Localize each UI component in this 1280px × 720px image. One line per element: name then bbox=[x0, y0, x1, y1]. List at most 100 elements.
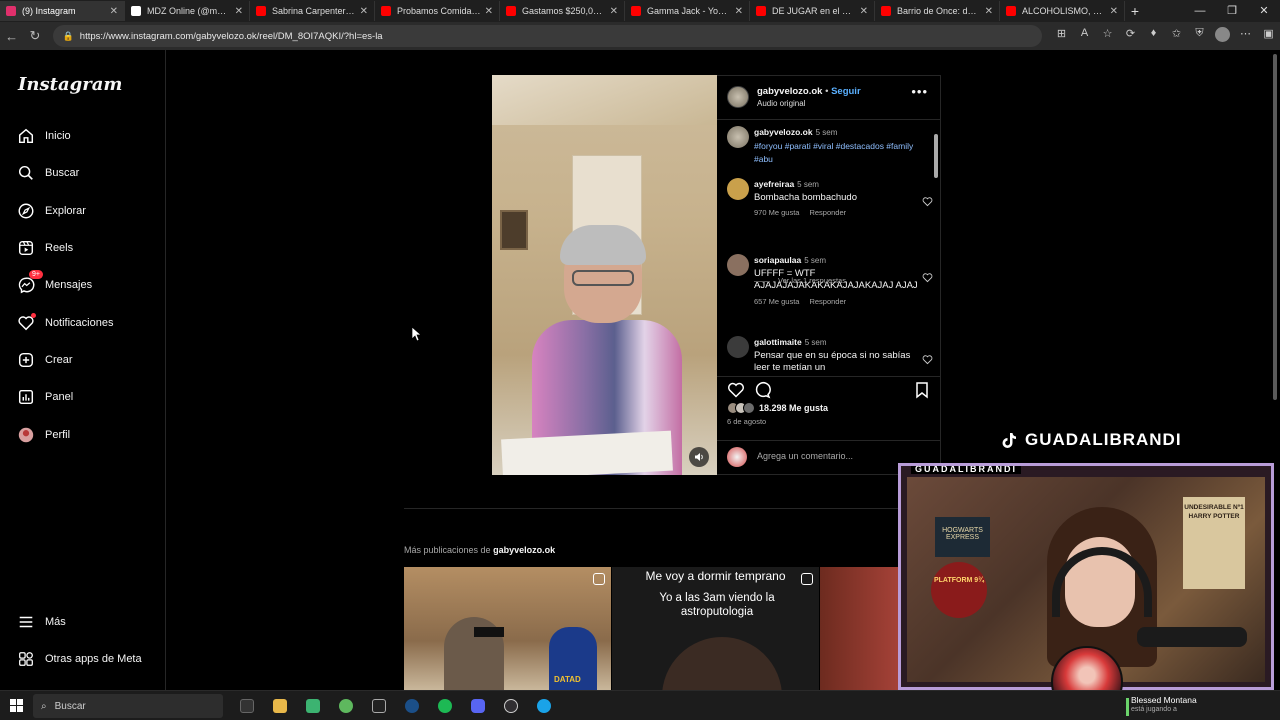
caption-username[interactable]: gabyvelozo.ok bbox=[754, 127, 813, 137]
caption-hashtags[interactable]: #foryou #parati #viral #destacados #fami… bbox=[754, 141, 913, 165]
sidebar-item-explorar[interactable]: Explorar bbox=[16, 197, 86, 225]
comment-icon[interactable] bbox=[753, 381, 771, 399]
browser-tab[interactable]: Barrio de Once: de shop ✕ bbox=[875, 1, 1000, 21]
tab-close-icon[interactable]: ✕ bbox=[860, 6, 868, 17]
comment-item: galottimaite 5 sem Pensar que en su época… bbox=[727, 336, 933, 370]
maximize-button[interactable]: ❐ bbox=[1216, 0, 1248, 22]
instagram-logo[interactable]: Instagram bbox=[18, 74, 122, 95]
favorite-star-icon[interactable]: ☆ bbox=[1096, 27, 1119, 45]
windows-start-button[interactable] bbox=[10, 699, 23, 712]
now-playing[interactable]: Blessed Montana está jugando a bbox=[1131, 695, 1197, 713]
obs-icon[interactable] bbox=[494, 695, 527, 717]
xbox-icon[interactable] bbox=[329, 695, 362, 717]
sidebar-item-mensajes[interactable]: 9+ Mensajes bbox=[16, 270, 92, 299]
more-posts-username[interactable]: gabyvelozo.ok bbox=[493, 545, 555, 555]
more-options-icon[interactable]: ••• bbox=[911, 84, 928, 99]
comment-like-icon[interactable] bbox=[922, 196, 933, 207]
reply-button[interactable]: Responder bbox=[809, 208, 846, 217]
refresh-button[interactable]: ↻ bbox=[23, 28, 46, 44]
browser-tab[interactable]: ALCOHOLISMO, CAOS Y ✕ bbox=[1000, 1, 1125, 21]
comment-username[interactable]: ayefreiraa bbox=[754, 179, 794, 189]
epic-games-icon[interactable] bbox=[362, 695, 395, 717]
more-post-thumb[interactable]: Me voy a dormir temprano Yo a las 3am vi… bbox=[612, 567, 819, 690]
tab-close-icon[interactable]: ✕ bbox=[1110, 6, 1118, 17]
url-field[interactable]: 🔒 https://www.instagram.com/gabyvelozo.o… bbox=[52, 25, 1043, 47]
minimize-button[interactable]: — bbox=[1184, 0, 1216, 22]
file-explorer-icon[interactable] bbox=[263, 695, 296, 717]
tab-close-icon[interactable]: ✕ bbox=[110, 6, 118, 17]
page-scrollbar[interactable] bbox=[1273, 54, 1277, 400]
favorites-icon[interactable]: ✩ bbox=[1165, 27, 1188, 45]
comment-username[interactable]: galottimaite bbox=[754, 337, 802, 347]
comment-time: 5 sem bbox=[797, 180, 819, 189]
view-replies-button[interactable]: Ver las 1 respuestas bbox=[754, 276, 846, 285]
sidebar-item-reels[interactable]: Reels bbox=[16, 234, 73, 262]
browser-tab[interactable]: MDZ Online (@mdzol) / X ✕ bbox=[125, 1, 250, 21]
task-view-icon[interactable] bbox=[230, 695, 263, 717]
dashboard-icon bbox=[16, 387, 36, 407]
sidebar-item-notificaciones[interactable]: Notificaciones bbox=[16, 309, 113, 337]
profile-avatar[interactable] bbox=[1211, 27, 1234, 45]
refresh-extension-icon[interactable]: ⟳ bbox=[1119, 27, 1142, 45]
mute-button[interactable] bbox=[689, 447, 709, 467]
steam-icon[interactable] bbox=[395, 695, 428, 717]
comment-avatar[interactable] bbox=[727, 254, 749, 276]
more-menu-icon[interactable]: ⋯ bbox=[1234, 27, 1257, 45]
caption-avatar[interactable] bbox=[727, 126, 749, 148]
edge-icon[interactable] bbox=[527, 695, 560, 717]
sidebar-item-buscar[interactable]: Buscar bbox=[16, 159, 79, 187]
close-window-button[interactable]: ✕ bbox=[1248, 0, 1280, 22]
taskbar-search[interactable]: ⌕ Buscar bbox=[33, 694, 223, 718]
comment-likes[interactable]: 970 Me gusta bbox=[754, 208, 799, 217]
browser-tab[interactable]: (9) Instagram ✕ bbox=[0, 1, 125, 21]
save-bookmark-icon[interactable] bbox=[913, 381, 931, 399]
tab-close-icon[interactable]: ✕ bbox=[985, 6, 993, 17]
comment-avatar[interactable] bbox=[727, 178, 749, 200]
comment-likes[interactable]: 657 Me gusta bbox=[754, 297, 799, 306]
sidebar-toggle-icon[interactable]: ▣ bbox=[1257, 27, 1280, 45]
comments-scroll-thumb[interactable] bbox=[934, 134, 938, 178]
likes-count[interactable]: 18.298 Me gusta bbox=[759, 403, 828, 413]
tab-close-icon[interactable]: ✕ bbox=[735, 6, 743, 17]
read-aloud-icon[interactable]: A bbox=[1073, 27, 1096, 45]
comment-like-icon[interactable] bbox=[922, 272, 933, 283]
more-post-thumb[interactable] bbox=[820, 567, 900, 690]
back-button[interactable]: ← bbox=[0, 29, 23, 44]
add-comment-input[interactable]: Agrega un comentario... bbox=[757, 451, 853, 461]
sidebar-bottom-item[interactable]: Otras apps de Meta bbox=[16, 645, 142, 673]
browser-tab[interactable]: Probamos Comida en M ✕ bbox=[375, 1, 500, 21]
follow-button[interactable]: Seguir bbox=[831, 86, 861, 97]
tab-close-icon[interactable]: ✕ bbox=[360, 6, 368, 17]
spotify-icon[interactable] bbox=[428, 695, 461, 717]
audio-label[interactable]: Audio original bbox=[757, 99, 805, 108]
sidebar-item-perfil[interactable]: Perfil bbox=[16, 421, 70, 449]
author-avatar[interactable] bbox=[727, 86, 749, 108]
browser-tab[interactable]: DE JUGAR en el MADRI ✕ bbox=[750, 1, 875, 21]
discord-icon[interactable] bbox=[461, 695, 494, 717]
author-username[interactable]: gabyvelozo.ok bbox=[757, 86, 822, 97]
reels-icon bbox=[16, 238, 36, 258]
sidebar-item-panel[interactable]: Panel bbox=[16, 383, 73, 411]
shield-icon[interactable]: ⛨ bbox=[1188, 27, 1211, 45]
more-post-thumb[interactable]: DATAD bbox=[404, 567, 611, 690]
like-heart-icon[interactable] bbox=[727, 381, 745, 399]
comment-avatar[interactable] bbox=[727, 336, 749, 358]
sidebar-bottom-item[interactable]: Más bbox=[16, 608, 66, 636]
tab-close-icon[interactable]: ✕ bbox=[485, 6, 493, 17]
reel-video[interactable] bbox=[492, 75, 717, 475]
comment-username[interactable]: soriapaulaa bbox=[754, 255, 801, 265]
extension-icon[interactable]: ♦ bbox=[1142, 27, 1165, 45]
browser-tab[interactable]: Gamma Jack - YouTube ✕ bbox=[625, 1, 750, 21]
app-icon[interactable] bbox=[296, 695, 329, 717]
sidebar-item-crear[interactable]: Crear bbox=[16, 346, 73, 374]
browser-tab[interactable]: Gastamos $250,000 en I ✕ bbox=[500, 1, 625, 21]
reply-button[interactable]: Responder bbox=[809, 297, 846, 306]
sidebar-item-inicio[interactable]: Inicio bbox=[16, 122, 71, 150]
likes-row[interactable]: 18.298 Me gusta bbox=[727, 402, 828, 414]
browser-tab[interactable]: Sabrina Carpenter - Jun ✕ bbox=[250, 1, 375, 21]
new-tab-button[interactable]: + bbox=[1125, 3, 1145, 19]
apps-icon[interactable]: ⊞ bbox=[1050, 27, 1073, 45]
comment-like-icon[interactable] bbox=[922, 354, 933, 365]
tab-close-icon[interactable]: ✕ bbox=[235, 6, 243, 17]
tab-close-icon[interactable]: ✕ bbox=[610, 6, 618, 17]
